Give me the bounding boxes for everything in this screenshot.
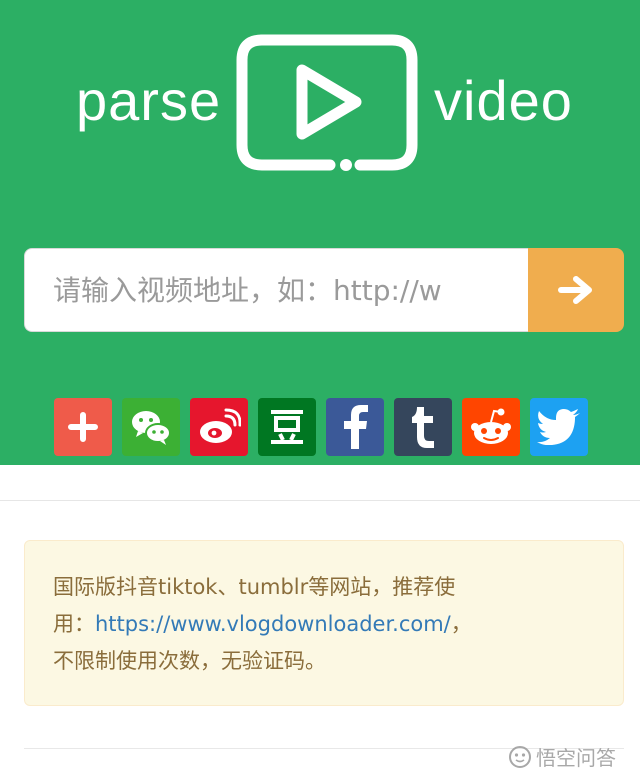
tumblr-icon (412, 407, 434, 448)
watermark-text: 悟空问答 (536, 746, 616, 770)
facebook-icon (344, 405, 368, 449)
wukong-watermark: 悟空问答 (508, 742, 616, 771)
weibo-icon (200, 408, 241, 443)
parse-submit-button[interactable] (528, 248, 624, 332)
twitter-icon (537, 409, 580, 445)
notice-line-2: 用：https://www.vlogdownloader.com/， (53, 606, 595, 643)
notice-line-2-suffix: ， (450, 612, 472, 636)
share-douban-button[interactable] (258, 398, 316, 456)
section-divider (0, 500, 640, 501)
share-reddit-button[interactable] (462, 398, 520, 456)
share-plus-button[interactable] (54, 398, 112, 456)
share-tumblr-button[interactable] (394, 398, 452, 456)
arrow-right-icon (558, 276, 592, 304)
notice-line-1: 国际版抖音tiktok、tumblr等网站，推荐使 (53, 575, 456, 599)
notice-line-2-prefix: 用： (53, 612, 95, 636)
hero-banner: parse video (0, 0, 640, 465)
vlogdownloader-link[interactable]: https://www.vlogdownloader.com/ (95, 612, 451, 636)
share-bar (54, 398, 588, 456)
wechat-icon (132, 411, 171, 445)
video-url-input[interactable] (24, 248, 530, 332)
douban-icon (271, 410, 303, 444)
reddit-icon (471, 408, 511, 444)
plus-icon (68, 412, 98, 442)
logo-text-right: video (434, 69, 573, 132)
share-twitter-button[interactable] (530, 398, 588, 456)
share-facebook-button[interactable] (326, 398, 384, 456)
notice-line-3: 不限制使用次数，无验证码。 (53, 649, 326, 673)
share-weibo-button[interactable] (190, 398, 248, 456)
wukong-logo-icon (509, 745, 531, 768)
share-wechat-button[interactable] (122, 398, 180, 456)
logo-text-left: parse (76, 69, 222, 132)
notice-box: 国际版抖音tiktok、tumblr等网站，推荐使 用：https://www.… (24, 540, 624, 706)
play-video-icon (236, 34, 418, 171)
